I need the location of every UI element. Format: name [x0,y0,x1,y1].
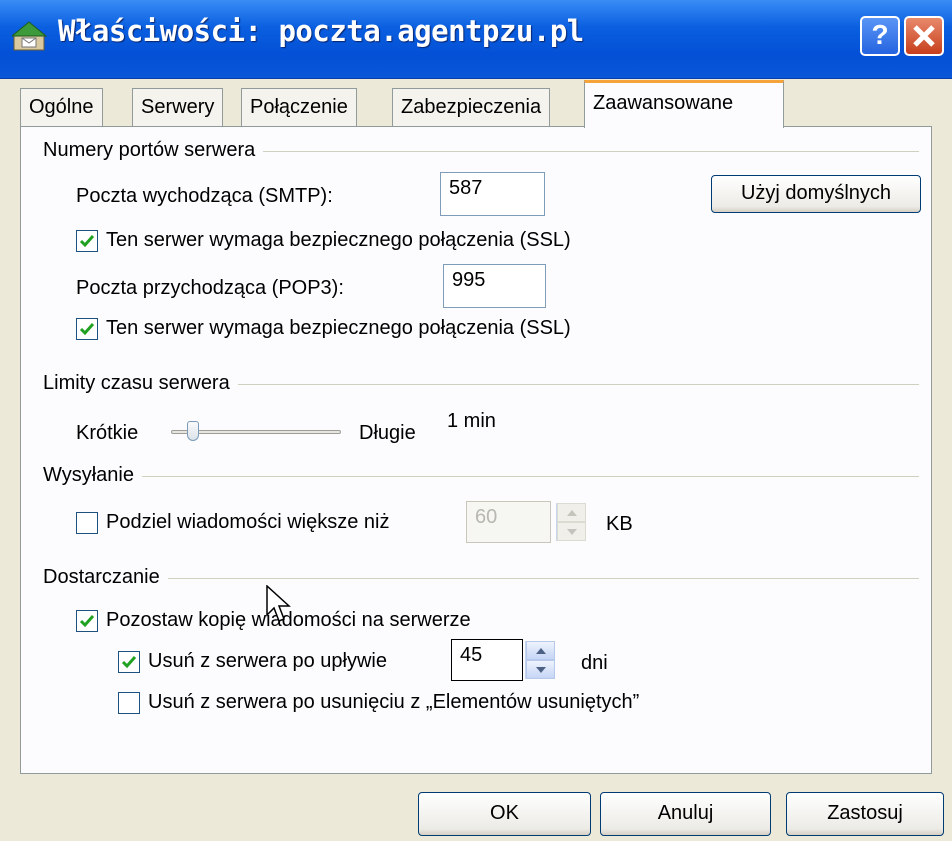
group-divider [51,476,919,477]
checkmark-icon [121,656,137,669]
smtp-ssl-label: Ten serwer wymaga bezpiecznego połączeni… [106,229,571,251]
title-bar[interactable]: Właściwości: poczta.agentpzu.pl ? [0,0,952,79]
ports-group-label: Numery portów serwera [43,139,264,162]
pop3-port-input[interactable]: 995 [443,264,546,308]
tab-polaczenie[interactable]: Połączenie [241,88,357,126]
smtp-port-input[interactable]: 587 [440,172,545,216]
pop3-label: Poczta przychodząca (POP3): [76,277,344,299]
tab-ogolne[interactable]: Ogólne [20,88,103,126]
checkmark-icon [79,235,95,248]
remove-deleted-label: Usuń z serwera po usunięciu z „Elementów… [148,691,640,713]
checkmark-icon [79,615,95,628]
remove-after-checkbox[interactable] [118,651,140,673]
remove-after-label: Usuń z serwera po upływie [148,650,387,672]
spin-down-icon[interactable] [557,522,586,541]
remove-deleted-checkbox[interactable] [118,692,140,714]
spin-down-icon[interactable] [526,660,555,679]
split-messages-label: Podziel wiadomości większe niż [106,511,390,533]
timeout-short-label: Krótkie [76,422,139,444]
timeouts-group-label: Limity czasu serwera [43,372,238,395]
close-icon [913,25,935,47]
timeout-value: 1 min [447,410,496,432]
kb-unit-label: KB [606,513,633,535]
ok-button[interactable]: OK [418,792,591,836]
spin-up-icon[interactable] [526,641,555,660]
smtp-ssl-checkbox[interactable] [76,230,98,252]
split-size-input[interactable]: 60 [466,501,551,543]
timeout-slider-thumb[interactable] [186,421,199,441]
delivery-group-label: Dostarczanie [43,566,168,589]
smtp-label: Poczta wychodząca (SMTP): [76,185,333,207]
pop3-ssl-checkbox[interactable] [76,318,98,340]
split-messages-checkbox[interactable] [76,512,98,534]
apply-button[interactable]: Zastosuj [786,792,944,836]
tab-serwery[interactable]: Serwery [132,88,224,126]
window-title: Właściwości: poczta.agentpzu.pl [58,14,584,48]
remove-after-spinner[interactable] [525,641,555,679]
properties-dialog: Właściwości: poczta.agentpzu.pl ? Ogólne… [0,0,952,841]
group-divider [51,578,919,579]
sending-group-label: Wysyłanie [43,464,142,487]
mail-account-icon [10,20,48,54]
remove-after-days-input[interactable]: 45 [451,639,523,681]
tab-panel-advanced: Numery portów serwera Poczta wychodząca … [20,126,932,774]
spin-up-icon[interactable] [557,503,586,522]
pop3-ssl-label: Ten serwer wymaga bezpiecznego połączeni… [106,317,571,339]
cancel-button[interactable]: Anuluj [600,792,771,836]
days-unit-label: dni [581,652,608,674]
checkmark-icon [79,323,95,336]
close-button[interactable] [904,16,944,56]
help-button[interactable]: ? [860,16,900,56]
tab-zaawansowane[interactable]: Zaawansowane [584,80,784,128]
split-size-spinner[interactable] [556,503,586,541]
tab-zabezpieczenia[interactable]: Zabezpieczenia [392,88,551,126]
mouse-cursor-icon [266,584,294,630]
timeout-long-label: Długie [359,422,416,444]
use-defaults-button[interactable]: Użyj domyślnych [711,175,921,213]
leave-copy-checkbox[interactable] [76,610,98,632]
